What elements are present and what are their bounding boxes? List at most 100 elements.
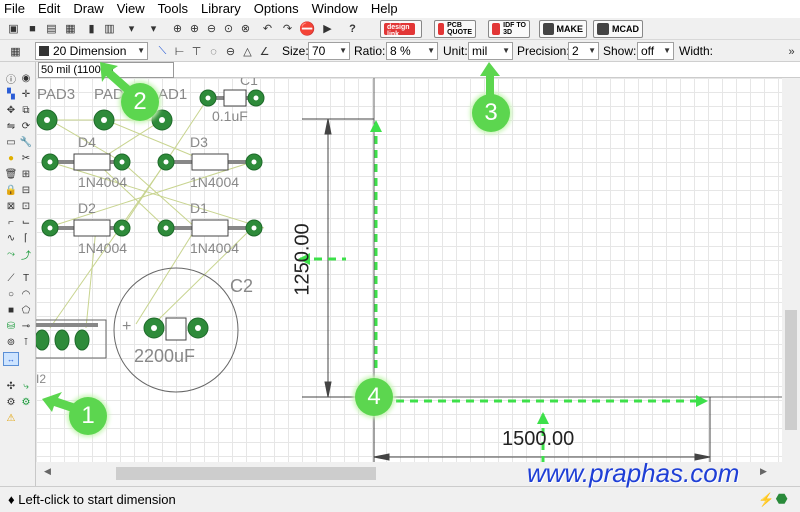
vertical-scroll-thumb[interactable] <box>785 310 797 430</box>
precision-select[interactable]: 2 ▼ <box>568 42 599 60</box>
size-select[interactable]: 70 ▼ <box>308 42 350 60</box>
smash-icon[interactable]: ⊡ <box>19 200 33 213</box>
menu-tools[interactable]: Tools <box>158 0 188 18</box>
mark-icon[interactable]: ✛ <box>19 88 33 101</box>
split-icon[interactable]: ⌐ <box>4 216 18 229</box>
dimension-aligned-icon[interactable]: ⟍ <box>155 44 170 59</box>
grid-coordinate-field[interactable]: 50 mil (1100 0) <box>38 62 174 78</box>
save-icon[interactable]: ■ <box>25 21 40 36</box>
dimension-angle-icon[interactable]: ∠ <box>257 44 272 59</box>
arc-icon[interactable]: ◠ <box>19 288 33 301</box>
layer-select[interactable]: 20 Dimension ▼ <box>35 42 148 60</box>
paste-icon[interactable]: ● <box>4 152 18 165</box>
undo-icon[interactable]: ↶ <box>260 21 275 36</box>
d4-label: D4 <box>78 134 96 150</box>
scroll-left-icon[interactable]: ◀ <box>44 466 51 477</box>
dimension-leader-icon[interactable]: △ <box>240 44 255 59</box>
errors-icon[interactable]: ⚠ <box>4 412 18 425</box>
lightning-icon[interactable]: ⚡ <box>758 492 774 508</box>
hole-icon[interactable]: ⊚ <box>4 336 18 349</box>
menu-help[interactable]: Help <box>371 0 398 18</box>
zoom-in-icon[interactable]: ⊕ <box>187 21 202 36</box>
dimension-tool-icon[interactable]: ↔ <box>3 352 19 366</box>
zoom-select-icon[interactable]: ⊗ <box>238 21 253 36</box>
ratio-select[interactable]: 8 % ▼ <box>386 42 438 60</box>
optimize-icon[interactable]: ⌙ <box>19 216 33 229</box>
dimension-diameter-icon[interactable]: ⊖ <box>223 44 238 59</box>
display-icon[interactable]: ▚ <box>4 88 18 101</box>
group-icon[interactable]: ▭ <box>4 136 18 149</box>
scroll-right-icon[interactable]: ▶ <box>760 466 767 477</box>
show-icon[interactable]: ◉ <box>19 72 33 85</box>
dimension-vertical-icon[interactable]: ⊤ <box>189 44 204 59</box>
ripup-icon[interactable]: ⤴ <box>19 248 33 262</box>
vertical-scrollbar[interactable] <box>782 78 800 462</box>
stop-icon[interactable]: ⛔ <box>299 21 315 36</box>
show-select[interactable]: off ▼ <box>637 42 674 60</box>
chevron-down-icon: ▼ <box>427 46 435 55</box>
add-icon[interactable]: ⊞ <box>19 168 33 181</box>
zoom-fit-icon[interactable]: ⊕ <box>170 21 185 36</box>
cam-icon[interactable]: ▦ <box>63 21 78 36</box>
route-icon[interactable]: ⤳ <box>4 248 18 261</box>
rect-icon[interactable]: ■ <box>4 304 18 317</box>
attribute-icon[interactable]: ⊺ <box>19 336 33 349</box>
dimension-horizontal-icon[interactable]: ⊢ <box>172 44 187 59</box>
unit-select[interactable]: mil ▼ <box>468 42 513 60</box>
copy-icon[interactable]: ⧉ <box>19 104 33 117</box>
move-icon[interactable]: ✥ <box>4 104 18 117</box>
mcad-button[interactable]: MCAD <box>593 20 643 38</box>
print-icon[interactable]: ▤ <box>44 21 59 36</box>
dimension-radius-icon[interactable]: ◌ <box>206 44 221 59</box>
ratsnest-icon[interactable]: ✣ <box>4 380 18 393</box>
mirror-icon[interactable]: ⇋ <box>4 120 18 133</box>
polygon-icon[interactable]: ⬠ <box>19 304 33 317</box>
drc-icon[interactable]: ⚙ <box>4 396 18 409</box>
menu-options[interactable]: Options <box>254 0 299 18</box>
idf-to-3d-button[interactable]: IDF TO 3D <box>488 20 530 38</box>
menu-file[interactable]: File <box>4 0 25 18</box>
layer-settings-icon[interactable]: ▾ <box>124 21 139 36</box>
pad3-label: PAD3 <box>37 86 76 103</box>
menu-edit[interactable]: Edit <box>38 0 60 18</box>
ulp-icon[interactable]: ▥ <box>102 21 117 36</box>
stop-sign-icon[interactable]: ⬣ <box>776 491 787 507</box>
make-button[interactable]: MAKE <box>539 20 587 38</box>
horizontal-scroll-thumb[interactable] <box>116 467 376 480</box>
cut-icon[interactable]: ✂ <box>19 152 33 165</box>
grid-icon[interactable]: ▦ <box>8 44 23 59</box>
delete-icon[interactable]: 🗑 <box>4 168 18 181</box>
pcb-quote-button[interactable]: PCB QUOTE <box>434 20 476 38</box>
rotate-icon[interactable]: ⟳ <box>19 120 33 133</box>
name-icon[interactable]: ⊟ <box>19 184 33 197</box>
script-icon[interactable]: ▮ <box>84 21 99 36</box>
design-link-button[interactable]: design link <box>380 20 422 38</box>
zoom-redraw-icon[interactable]: ⊙ <box>221 21 236 36</box>
menu-draw[interactable]: Draw <box>73 0 103 18</box>
value-icon[interactable]: ⊠ <box>4 200 18 213</box>
toolbar-overflow-icon[interactable]: » <box>784 44 799 59</box>
via-icon[interactable]: ⛁ <box>4 320 18 333</box>
command-line[interactable] <box>174 62 800 78</box>
change-icon[interactable]: 🔧 <box>19 136 33 149</box>
miter-icon[interactable]: ⌈ <box>19 232 33 245</box>
autorouter-icon[interactable]: ⤷ <box>19 380 33 393</box>
redo-icon[interactable]: ↷ <box>280 21 295 36</box>
menu-library[interactable]: Library <box>201 0 241 18</box>
text-icon[interactable]: T <box>19 272 33 285</box>
go-icon[interactable]: ▶ <box>320 21 335 36</box>
circle-icon[interactable]: ○ <box>4 288 18 301</box>
menu-window[interactable]: Window <box>312 0 358 18</box>
open-icon[interactable]: ▣ <box>6 21 21 36</box>
info-icon[interactable]: ⓘ <box>4 72 18 86</box>
help-icon[interactable]: ? <box>345 21 360 36</box>
menu-view[interactable]: View <box>117 0 145 18</box>
board-canvas[interactable]: PAD3 PAD AD1 C1 0.1uF D4 D3 1N4004 1N400… <box>36 78 782 462</box>
erc-icon[interactable]: ⚙ <box>19 396 33 409</box>
zoom-out-icon[interactable]: ⊖ <box>204 21 219 36</box>
lock-icon[interactable]: 🔒 <box>4 184 18 197</box>
meander-icon[interactable]: ∿ <box>4 232 18 245</box>
signal-icon[interactable]: ⊸ <box>19 320 33 333</box>
layer-visibility-icon[interactable]: ▾ <box>146 21 161 36</box>
wire-icon[interactable]: ⟋ <box>4 272 18 285</box>
